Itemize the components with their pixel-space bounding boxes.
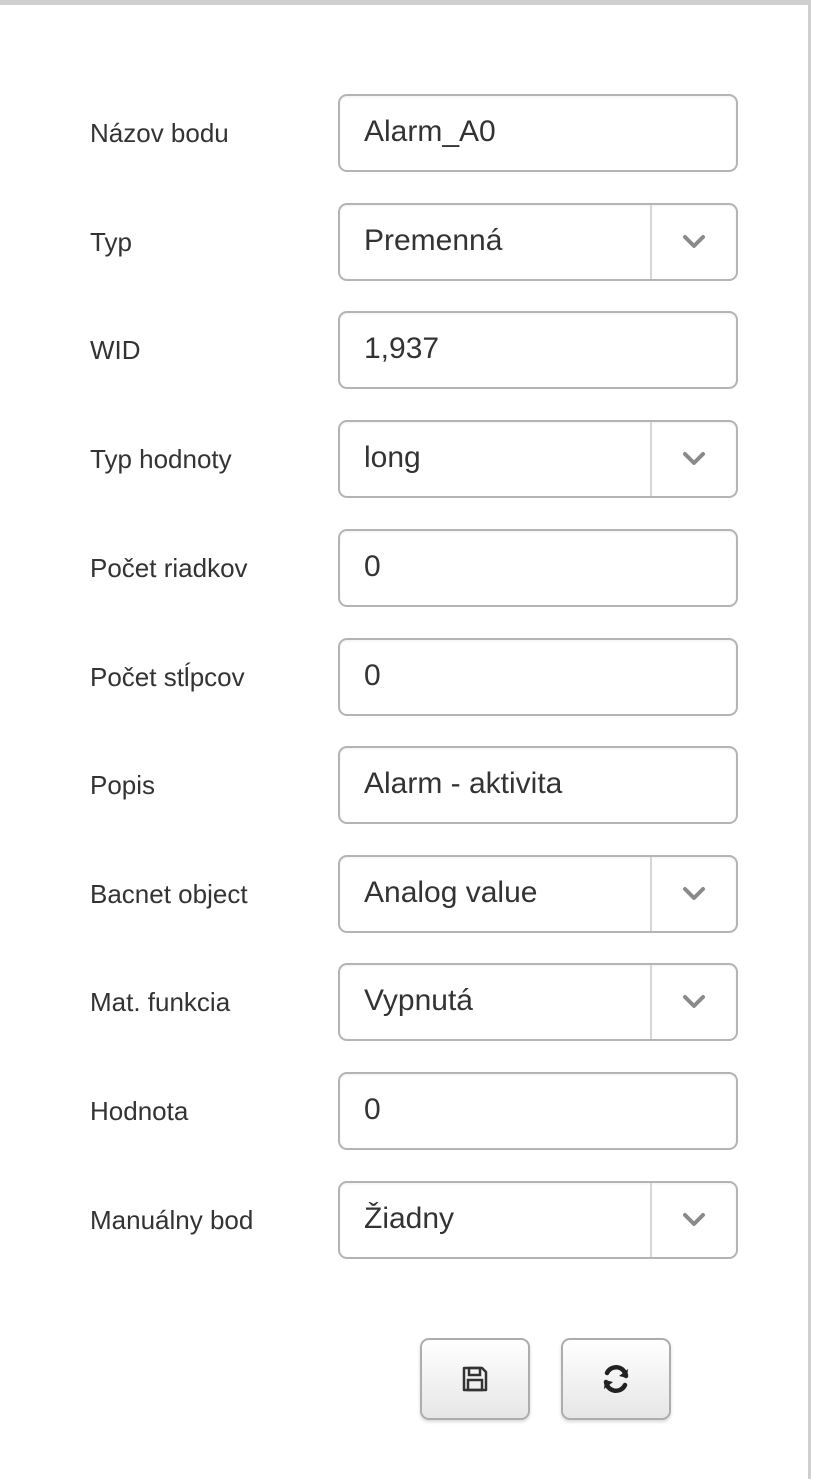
chevron-down-icon[interactable] xyxy=(652,1183,736,1257)
selected-value: Žiadny xyxy=(364,1202,455,1235)
value-type-select[interactable]: long xyxy=(338,420,738,498)
form-row-typ-hodnoty: Typ hodnoty long xyxy=(90,420,740,498)
field-label: Manuálny bod xyxy=(90,1205,254,1235)
field-value: 0 xyxy=(364,1093,381,1126)
form-row-pocet-riadkov: Počet riadkov 0 xyxy=(90,529,740,607)
field-label: Mat. funkcia xyxy=(90,987,231,1017)
value-input[interactable]: 0 xyxy=(338,1072,738,1150)
field-label: Popis xyxy=(90,770,156,800)
chevron-down-icon[interactable] xyxy=(652,422,736,496)
form-row-manualny-bod: Manuálny bod Žiadny xyxy=(90,1181,740,1259)
field-value: Alarm - aktivita xyxy=(364,767,563,800)
chevron-down-icon[interactable] xyxy=(652,965,736,1039)
selected-value: long xyxy=(364,441,421,474)
type-select[interactable]: Premenná xyxy=(338,203,738,281)
form-row-bacnet-object: Bacnet object Analog value xyxy=(90,855,740,933)
field-label: Hodnota xyxy=(90,1096,189,1126)
description-input[interactable]: Alarm - aktivita xyxy=(338,746,738,824)
panel-right-border xyxy=(808,0,811,1479)
chevron-down-icon[interactable] xyxy=(652,205,736,279)
save-button[interactable] xyxy=(420,1338,530,1420)
form-row-wid: WID 1,937 xyxy=(90,311,740,389)
refresh-button[interactable] xyxy=(561,1338,671,1420)
form-row-hodnota: Hodnota 0 xyxy=(90,1072,740,1150)
field-value: Alarm_A0 xyxy=(364,115,496,148)
form-row-pocet-stlpcov: Počet stĺpcov 0 xyxy=(90,638,740,716)
field-label: Typ hodnoty xyxy=(90,444,232,474)
math-function-select[interactable]: Vypnutá xyxy=(338,963,738,1041)
bacnet-object-select[interactable]: Analog value xyxy=(338,855,738,933)
save-icon xyxy=(462,1366,488,1392)
selected-value: Premenná xyxy=(364,224,503,257)
field-label: Názov bodu xyxy=(90,118,229,148)
column-count-input[interactable]: 0 xyxy=(338,638,738,716)
point-name-input[interactable]: Alarm_A0 xyxy=(338,94,738,172)
form-row-nazov-bodu: Názov bodu Alarm_A0 xyxy=(90,94,740,172)
selected-value: Analog value xyxy=(364,876,538,909)
field-label: Počet stĺpcov xyxy=(90,662,245,692)
form-row-mat-funkcia: Mat. funkcia Vypnutá xyxy=(90,963,740,1041)
field-label: Počet riadkov xyxy=(90,553,248,583)
refresh-icon xyxy=(603,1365,629,1393)
field-label: Typ xyxy=(90,227,132,257)
form-row-typ: Typ Premenná xyxy=(90,203,740,281)
field-value: 0 xyxy=(364,550,381,583)
field-value: 1,937 xyxy=(364,332,440,365)
field-label: WID xyxy=(90,335,141,365)
row-count-input[interactable]: 0 xyxy=(338,529,738,607)
field-label: Bacnet object xyxy=(90,879,248,909)
manual-point-select[interactable]: Žiadny xyxy=(338,1181,738,1259)
form-row-popis: Popis Alarm - aktivita xyxy=(90,746,740,824)
field-value: 0 xyxy=(364,659,381,692)
chevron-down-icon[interactable] xyxy=(652,857,736,931)
wid-input[interactable]: 1,937 xyxy=(338,311,738,389)
selected-value: Vypnutá xyxy=(364,984,473,1017)
point-form: Názov bodu Alarm_A0 Typ Premenná WID 1,9… xyxy=(0,0,808,1479)
